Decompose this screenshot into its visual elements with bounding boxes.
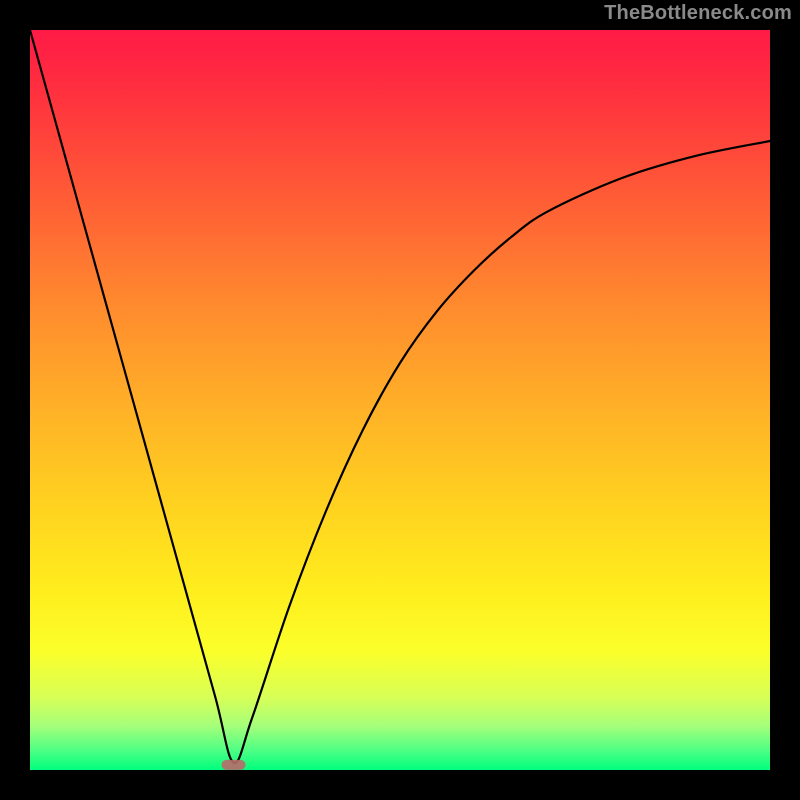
bottleneck-curve bbox=[30, 30, 770, 763]
watermark-text: TheBottleneck.com bbox=[604, 2, 792, 25]
chart-frame: TheBottleneck.com bbox=[0, 0, 800, 800]
min-marker bbox=[222, 760, 246, 770]
plot-area bbox=[30, 30, 770, 770]
curve-svg bbox=[30, 30, 770, 770]
